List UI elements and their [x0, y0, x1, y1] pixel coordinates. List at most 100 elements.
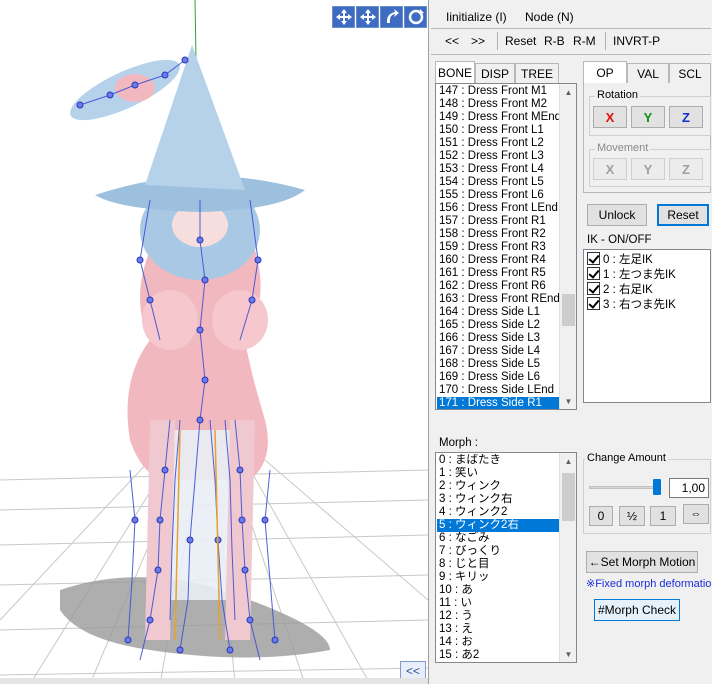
amount-swap-button[interactable]: ⇔	[683, 504, 709, 524]
amount-zero-button[interactable]: 0	[589, 506, 613, 526]
morph-list-item[interactable]: 3 : ウィンク右	[437, 493, 559, 506]
scroll-thumb[interactable]	[562, 473, 575, 521]
morph-list-item[interactable]: 8 : じと目	[437, 558, 559, 571]
morph-list-item[interactable]: 15 : あ2	[437, 649, 559, 662]
bone-list-item[interactable]: 157 : Dress Front R1	[437, 215, 559, 228]
bone-list-item[interactable]: 159 : Dress Front R3	[437, 241, 559, 254]
tab-val[interactable]: VAL	[627, 63, 669, 83]
refresh-icon[interactable]	[404, 6, 427, 28]
bone-list-item[interactable]: 153 : Dress Front L4	[437, 163, 559, 176]
ik-list-item[interactable]: 3 : 右つま先IK	[587, 297, 676, 312]
tab-scl[interactable]: SCL	[669, 63, 711, 83]
tab-op[interactable]: OP	[583, 61, 627, 83]
bone-list[interactable]: 147 : Dress Front M1 148 : Dress Front M2…	[435, 83, 577, 410]
rm-button[interactable]: R-M	[573, 34, 596, 48]
tab-disp[interactable]: DISP	[475, 63, 515, 83]
move-x-button[interactable]: X	[593, 158, 627, 180]
bone-list-scrollbar[interactable]: ▲ ▼	[559, 84, 576, 409]
rotate-icon[interactable]	[380, 6, 403, 28]
move-y-button[interactable]: Y	[631, 158, 665, 180]
bone-list-item[interactable]: 150 : Dress Front L1	[437, 124, 559, 137]
amount-slider-track[interactable]	[589, 486, 661, 489]
nav-reset-button[interactable]: Reset	[505, 34, 536, 48]
move-z-button[interactable]: Z	[669, 158, 703, 180]
rb-button[interactable]: R-B	[544, 34, 565, 48]
bone-list-item[interactable]: 149 : Dress Front MEnd	[437, 111, 559, 124]
checkbox-checked-icon[interactable]	[587, 297, 600, 310]
ik-list-item[interactable]: 1 : 左つま先IK	[587, 267, 676, 282]
bone-list-item[interactable]: 169 : Dress Side L6	[437, 371, 559, 384]
morph-check-button[interactable]: #Morph Check	[594, 599, 680, 621]
bone-list-item[interactable]: 156 : Dress Front LEnd	[437, 202, 559, 215]
move-axis-icon[interactable]	[332, 6, 355, 28]
rotate-z-button[interactable]: Z	[669, 106, 703, 128]
bone-list-item[interactable]: 168 : Dress Side L5	[437, 358, 559, 371]
rotate-x-button[interactable]: X	[593, 106, 627, 128]
scroll-thumb[interactable]	[562, 294, 575, 326]
bone-list-item[interactable]: 160 : Dress Front R4	[437, 254, 559, 267]
morph-list-item[interactable]: 11 : い	[437, 597, 559, 610]
morph-list-item[interactable]: 7 : びっくり	[437, 545, 559, 558]
checkbox-checked-icon[interactable]	[587, 282, 600, 295]
bone-list-item[interactable]: 154 : Dress Front L5	[437, 176, 559, 189]
morph-list-item[interactable]: 5 : ウィンク2右	[437, 519, 559, 532]
morph-list[interactable]: 0 : まばたき 1 : 笑い 2 : ウィンク 3 : ウィンク右 4 : ウィンク2…	[435, 452, 577, 663]
ik-list[interactable]: 0 : 左足IK 1 : 左つま先IK 2 : 右足IK 3 : 右つま先IK	[583, 249, 711, 403]
morph-list-item[interactable]: 12 : う	[437, 610, 559, 623]
viewport-toolbar	[332, 6, 427, 28]
amount-slider-thumb[interactable]	[653, 479, 661, 495]
move-view-icon[interactable]	[356, 6, 379, 28]
bone-list-item[interactable]: 171 : Dress Side R1	[437, 397, 559, 409]
prev-button[interactable]: <<	[445, 34, 459, 48]
morph-list-item[interactable]: 14 : お	[437, 636, 559, 649]
morph-list-scrollbar[interactable]: ▲ ▼	[559, 453, 576, 662]
model-viewport[interactable]: <<	[0, 0, 428, 684]
control-panel: Iinitialize (I) Node (N) << >> Reset R-B…	[428, 0, 712, 684]
scroll-up-icon[interactable]: ▲	[560, 84, 576, 100]
morph-list-item[interactable]: 13 : え	[437, 623, 559, 636]
bone-list-item[interactable]: 148 : Dress Front M2	[437, 98, 559, 111]
bone-list-item[interactable]: 162 : Dress Front R6	[437, 280, 559, 293]
bone-list-item[interactable]: 158 : Dress Front R2	[437, 228, 559, 241]
morph-list-item[interactable]: 4 : ウィンク2	[437, 506, 559, 519]
nav-divider	[497, 32, 498, 50]
bone-list-item[interactable]: 152 : Dress Front L3	[437, 150, 559, 163]
scroll-down-icon[interactable]: ▼	[560, 393, 576, 409]
scroll-down-icon[interactable]: ▼	[560, 646, 576, 662]
ik-list-item[interactable]: 2 : 右足IK	[587, 282, 676, 297]
amount-one-button[interactable]: 1	[650, 506, 676, 526]
viewport-hscrollbar[interactable]	[0, 678, 428, 684]
bone-list-item[interactable]: 167 : Dress Side L4	[437, 345, 559, 358]
next-button[interactable]: >>	[471, 34, 485, 48]
bone-list-item[interactable]: 164 : Dress Side L1	[437, 306, 559, 319]
bone-list-item[interactable]: 166 : Dress Side L3	[437, 332, 559, 345]
bone-list-item[interactable]: 163 : Dress Front REnd	[437, 293, 559, 306]
bone-list-item[interactable]: 170 : Dress Side LEnd	[437, 384, 559, 397]
checkbox-checked-icon[interactable]	[587, 267, 600, 280]
bone-list-item[interactable]: 165 : Dress Side L2	[437, 319, 559, 332]
bone-list-item[interactable]: 151 : Dress Front L2	[437, 137, 559, 150]
bone-list-item[interactable]: 147 : Dress Front M1	[437, 85, 559, 98]
ik-list-item[interactable]: 0 : 左足IK	[587, 252, 676, 267]
menu-node[interactable]: Node (N)	[525, 10, 574, 24]
morph-list-item[interactable]: 10 : あ	[437, 584, 559, 597]
morph-list-item[interactable]: 1 : 笑い	[437, 467, 559, 480]
set-morph-motion-button[interactable]: ←Set Morph Motion	[586, 551, 698, 573]
amount-half-button[interactable]: ½	[619, 506, 645, 526]
tab-bone[interactable]: BONE	[435, 61, 475, 83]
morph-list-item[interactable]: 6 : なごみ	[437, 532, 559, 545]
rotate-y-button[interactable]: Y	[631, 106, 665, 128]
scroll-up-icon[interactable]: ▲	[560, 453, 576, 469]
bone-list-item[interactable]: 155 : Dress Front L6	[437, 189, 559, 202]
reset-button[interactable]: Reset	[657, 204, 709, 226]
unlock-button[interactable]: Unlock	[587, 204, 647, 226]
bone-list-item[interactable]: 161 : Dress Front R5	[437, 267, 559, 280]
morph-list-item[interactable]: 9 : キリッ	[437, 571, 559, 584]
invrt-button[interactable]: INVRT-P	[613, 34, 660, 48]
morph-list-item[interactable]: 2 : ウィンク	[437, 480, 559, 493]
menu-initialize[interactable]: Iinitialize (I)	[446, 10, 507, 24]
checkbox-checked-icon[interactable]	[587, 252, 600, 265]
amount-value-field[interactable]: 1,00	[669, 478, 709, 498]
morph-list-item[interactable]: 0 : まばたき	[437, 454, 559, 467]
tab-tree[interactable]: TREE	[515, 63, 559, 83]
